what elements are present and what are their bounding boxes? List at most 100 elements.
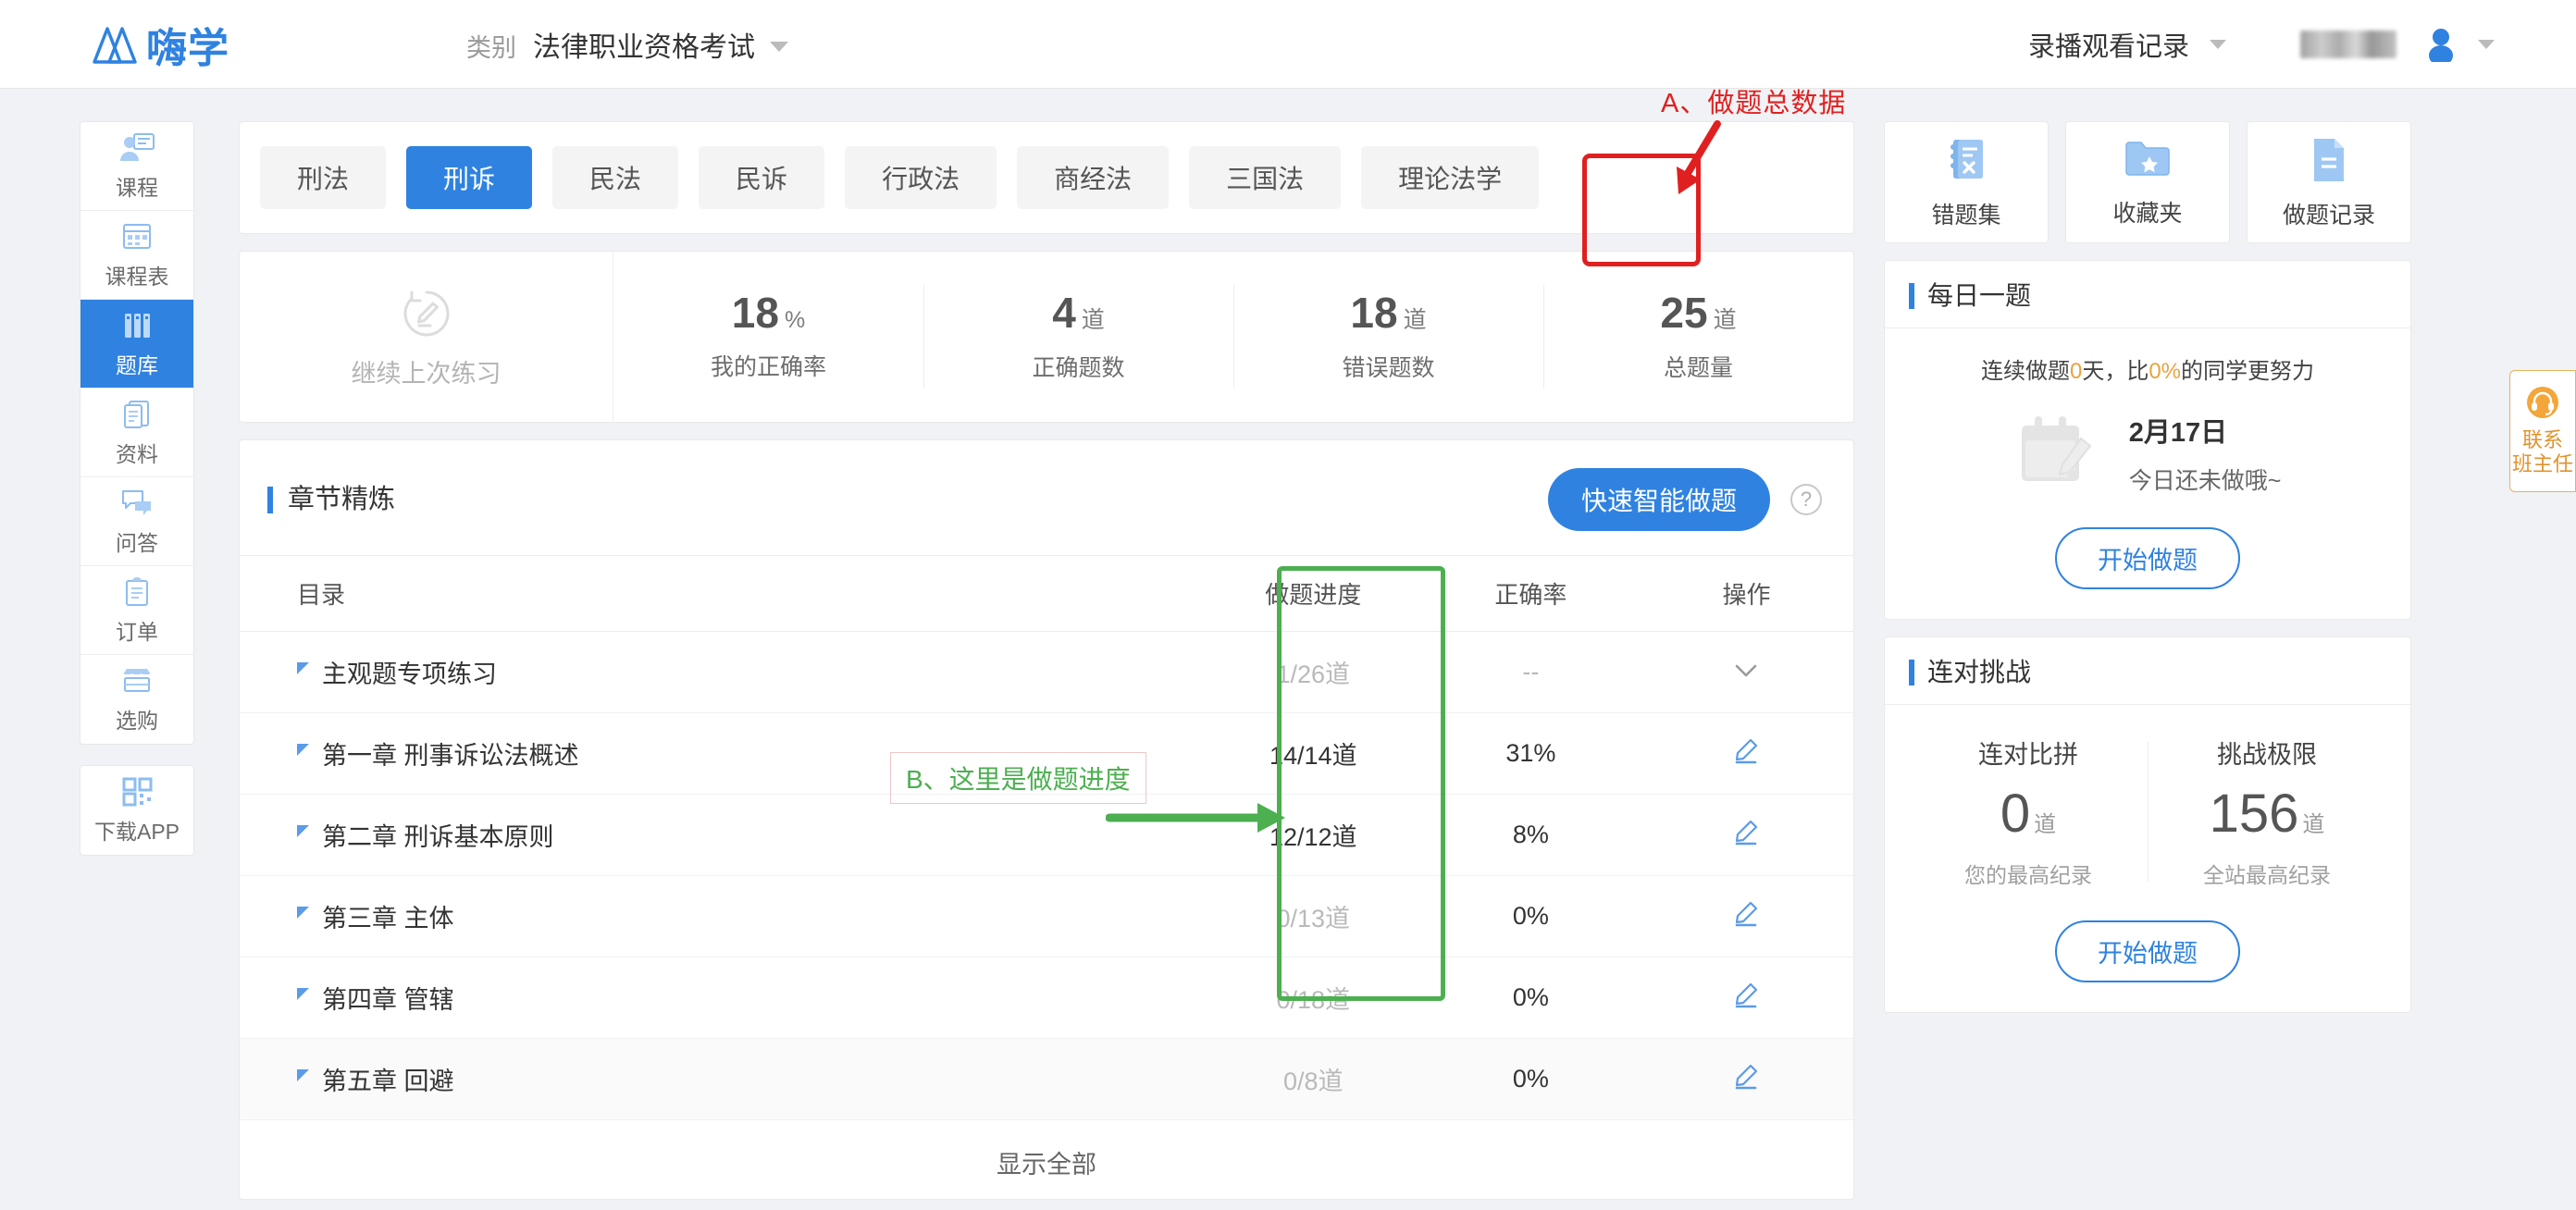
logo-text: 嗨学 <box>146 25 229 71</box>
qr-code-icon <box>122 777 153 807</box>
challenge-stat-personal: 连对比拼 0道 您的最高纪录 <box>1909 735 2148 889</box>
sidebar-item-orders[interactable]: 订单 <box>80 566 193 655</box>
user-avatar-icon[interactable] <box>2424 27 2458 62</box>
quick-link-label: 做题记录 <box>2282 203 2375 228</box>
edit-pencil-icon[interactable] <box>1732 736 1760 764</box>
accuracy-value: -- <box>1522 658 1540 685</box>
progress-value: 0/13道 <box>1276 905 1351 932</box>
sidebar-item-schedule[interactable]: 课程表 <box>80 211 193 300</box>
challenge-sub: 全站最高纪录 <box>2203 863 2331 887</box>
daily-question-panel: 每日一题 连续做题0天，比0%的同学更努力 2月17日 今日还未做哦~ 开始做题 <box>1884 260 2411 620</box>
category-selector[interactable]: 类别 法律职业资格考试 <box>466 24 788 65</box>
expand-triangle-icon[interactable] <box>297 825 309 837</box>
stat-caption: 错误题数 <box>1342 354 1435 381</box>
daily-start-button[interactable]: 开始做题 <box>2055 527 2240 589</box>
sidebar-main-group: 课程 课程表 题库 资料 问答 订单 选购 <box>80 121 194 745</box>
stat-caption: 总题量 <box>1663 354 1733 381</box>
stat-value: 18 <box>731 289 779 337</box>
chevron-down-icon[interactable] <box>2478 39 2495 49</box>
question-mark-icon[interactable]: ? <box>1790 484 1822 515</box>
col-header-action: 操作 <box>1639 555 1853 632</box>
expand-triangle-icon[interactable] <box>297 662 309 674</box>
subject-tab-shangjingfa[interactable]: 商经法 <box>1017 146 1170 209</box>
contact-teacher-widget[interactable]: 联系 班主任 <box>2509 370 2576 492</box>
chapter-name-cell: 第四章 管辖 <box>297 980 1205 1016</box>
table-row[interactable]: 第三章 主体 0/13道 0% <box>240 876 1853 957</box>
sidebar-item-label: 课程 <box>116 175 158 200</box>
quick-link-practice-record[interactable]: 做题记录 <box>2247 121 2411 243</box>
sidebar-item-download-app[interactable]: 下载APP <box>80 766 193 855</box>
chevron-down-icon[interactable] <box>770 41 788 52</box>
headset-icon <box>2527 387 2558 418</box>
subject-tab-lilunfaxue[interactable]: 理论法学 <box>1361 146 1540 209</box>
sidebar-item-courses[interactable]: 课程 <box>80 122 193 211</box>
record-doc-icon <box>2314 139 2344 181</box>
stat-unit: 道 <box>1081 306 1105 333</box>
expand-triangle-icon[interactable] <box>297 907 309 919</box>
chapter-name: 第三章 主体 <box>322 905 454 932</box>
sidebar-item-question-bank[interactable]: 题库 <box>80 300 193 389</box>
sidebar-item-qa[interactable]: 问答 <box>80 477 193 566</box>
top-header: 嗨学 类别 法律职业资格考试 录播观看记录 <box>0 0 2576 89</box>
stat-correct-count: 4道 正确题数 <box>923 252 1233 422</box>
subject-tab-xingzhengfa[interactable]: 行政法 <box>845 146 997 209</box>
stat-value: 25 <box>1660 288 1708 337</box>
expand-triangle-icon[interactable] <box>297 1069 309 1081</box>
challenge-stat-site: 挑战极限 156 道 全站最高纪录 <box>2148 735 2386 889</box>
edit-pencil-icon[interactable] <box>1732 1062 1760 1090</box>
table-row[interactable]: 第五章 回避 0/8道 0% <box>240 1038 1853 1120</box>
edit-pencil-icon[interactable] <box>1732 981 1760 1008</box>
daily-status: 今日还未做哦~ <box>2128 468 2282 494</box>
chapter-section: 章节精炼 快速智能做题 ? 目录 做题进度 正确率 操作 主观题专项练习 1/2… <box>239 439 1854 1200</box>
chapter-section-title: 章节精炼 <box>267 486 395 513</box>
star-folder-icon <box>2125 142 2170 176</box>
records-menu[interactable]: 录播观看记录 <box>2028 25 2189 64</box>
challenge-start-button[interactable]: 开始做题 <box>2055 920 2240 982</box>
sidebar-item-label: 题库 <box>116 352 158 377</box>
edit-pencil-icon[interactable] <box>1732 899 1760 927</box>
expand-triangle-icon[interactable] <box>297 744 309 756</box>
daily-panel-title: 每日一题 <box>1909 283 2386 309</box>
sidebar-divider <box>80 745 194 765</box>
challenge-panel-header: 连对挑战 <box>1885 637 2410 705</box>
chevron-down-icon[interactable] <box>2210 39 2226 49</box>
show-all-button[interactable]: 显示全部 <box>240 1120 1853 1190</box>
stat-value: 18 <box>1350 288 1398 337</box>
streak-days: 0 <box>2069 359 2083 384</box>
right-sidebar: 错题集 收藏夹 做题记录 每日一题 连续做题0天，比0%的同学更努力 2月17日… <box>1884 121 2411 1013</box>
quick-link-wrong-book[interactable]: 错题集 <box>1884 121 2049 243</box>
stat-accuracy: 18% 我的正确率 <box>613 252 923 422</box>
logo[interactable]: 嗨学 <box>91 15 229 74</box>
sidebar-item-label: 资料 <box>116 441 158 466</box>
smart-practice-button[interactable]: 快速智能做题 <box>1547 468 1770 531</box>
sidebar-app-group: 下载APP <box>80 765 194 856</box>
subject-tab-xingsu[interactable]: 刑诉 <box>406 146 533 209</box>
annotation-b-label: B、这里是做题进度 <box>890 752 1146 804</box>
chapter-table-body: 主观题专项练习 1/26道 -- 第一章 刑事诉讼法概述 14/14道 31% … <box>240 632 1853 1120</box>
calendar-pencil-icon <box>2021 416 2092 481</box>
sidebar-item-shop[interactable]: 选购 <box>80 655 193 744</box>
app-root: 嗨学 类别 法律职业资格考试 录播观看记录 课程 课程表 题库 资料 问答 订单… <box>0 0 2576 1210</box>
chapter-header-actions: 快速智能做题 ? <box>1547 468 1822 531</box>
sidebar-item-materials[interactable]: 资料 <box>80 389 193 477</box>
progress-value: 0/8道 <box>1283 1068 1344 1095</box>
chevron-down-icon[interactable] <box>1732 661 1760 680</box>
stats-row: 继续上次练习 18% 我的正确率 4道 正确题数 18 道 错误题数 25 道 总题… <box>239 251 1854 423</box>
expand-triangle-icon[interactable] <box>297 988 309 1000</box>
accuracy-value: 31% <box>1505 739 1556 767</box>
quick-link-favorites[interactable]: 收藏夹 <box>2065 121 2230 243</box>
table-row[interactable]: 主观题专项练习 1/26道 -- <box>240 632 1853 713</box>
subject-tab-sanguofa[interactable]: 三国法 <box>1189 146 1342 209</box>
edit-pencil-icon[interactable] <box>1732 818 1760 846</box>
chapter-name: 第二章 刑诉基本原则 <box>322 823 554 851</box>
table-row[interactable]: 第二章 刑诉基本原则 12/12道 8% <box>240 795 1853 876</box>
challenge-caption: 挑战极限 <box>2217 741 2317 769</box>
table-row[interactable]: 第四章 管辖 0/18道 0% <box>240 957 1853 1039</box>
subject-tab-xingfa[interactable]: 刑法 <box>260 146 387 209</box>
subject-tab-minfa[interactable]: 民法 <box>552 146 679 209</box>
subject-tab-minsu[interactable]: 民诉 <box>699 146 825 209</box>
resume-pencil-icon <box>403 290 450 336</box>
challenge-stats-row: 连对比拼 0道 您的最高纪录 挑战极限 156 道 全站最高纪录 <box>1909 735 2386 889</box>
resume-practice-button[interactable]: 继续上次练习 <box>240 252 613 422</box>
stat-unit: 道 <box>1403 306 1427 333</box>
